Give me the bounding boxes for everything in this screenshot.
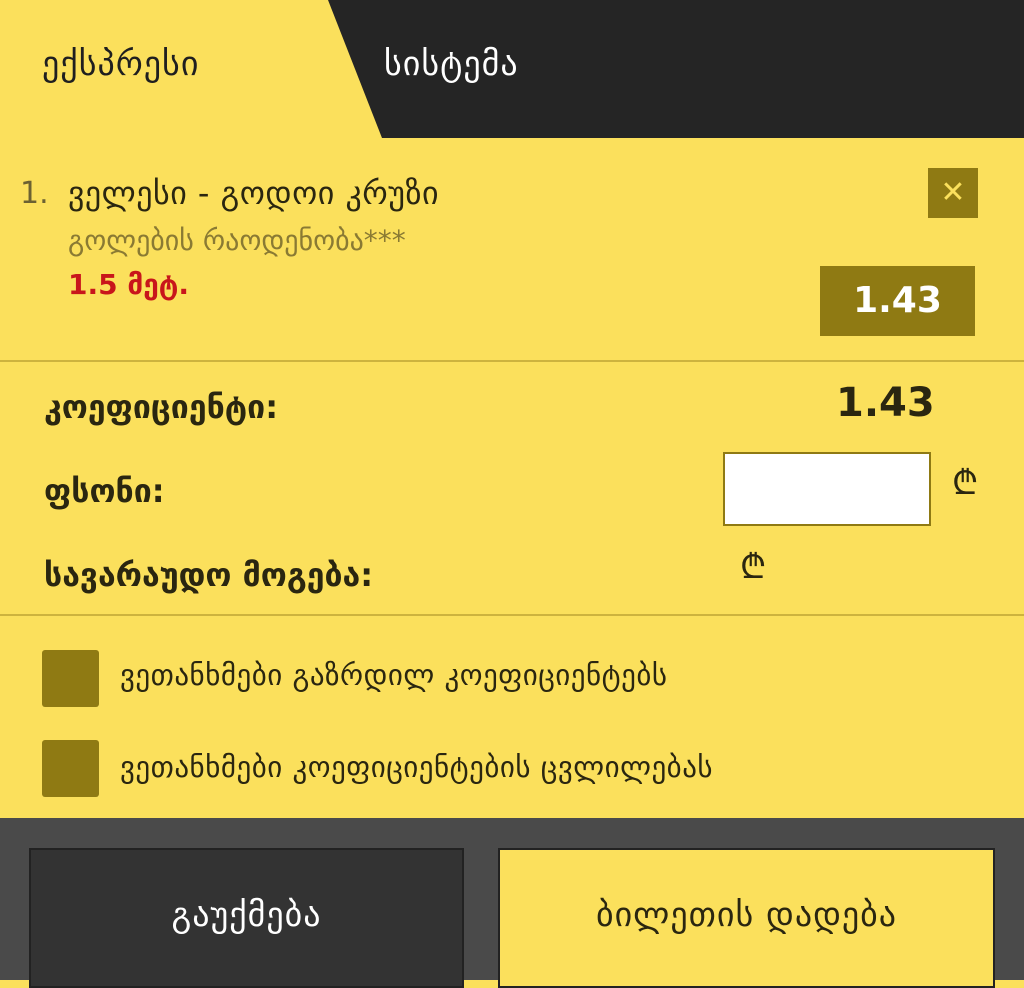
accept-increased-odds-checkbox[interactable]: [42, 650, 99, 707]
accept-increased-odds-label[interactable]: ვეთანხმები გაზრდილ კოეფიციენტებს: [120, 658, 668, 692]
total-odds-value: 1.43: [836, 380, 935, 426]
cancel-button[interactable]: გაუქმება: [29, 848, 464, 988]
total-odds-label: კოეფიციენტი:: [44, 388, 278, 426]
bet-odds: 1.43: [820, 266, 975, 336]
lari-currency-icon: ₾: [740, 547, 767, 587]
close-icon: ✕: [940, 175, 966, 210]
bet-match-name: ველესი - გოდოი კრუზი: [68, 174, 440, 212]
remove-bet-button[interactable]: ✕: [928, 168, 978, 218]
action-bar: გაუქმება ბილეთის დადება: [0, 818, 1024, 988]
divider: [0, 360, 1024, 362]
bet-index: 1.: [20, 176, 49, 211]
place-bet-button[interactable]: ბილეთის დადება: [498, 848, 995, 988]
tab-express-label[interactable]: ექსპრესი: [42, 44, 199, 84]
possible-win-label: სავარაუდო მოგება:: [44, 556, 374, 594]
divider: [0, 614, 1024, 616]
stake-label: ფსონი:: [44, 472, 165, 510]
accept-odds-change-label[interactable]: ვეთანხმები კოეფიციენტების ცვლილებას: [120, 750, 713, 784]
bet-market-name: გოლების რაოდენობა***: [68, 224, 406, 257]
lari-currency-icon: ₾: [952, 463, 979, 503]
tab-system-label[interactable]: სისტემა: [384, 44, 519, 84]
accept-odds-change-checkbox[interactable]: [42, 740, 99, 797]
bet-selection: 1.5 მეტ.: [68, 268, 190, 301]
bet-type-tabs: ექსპრესი სისტემა: [0, 0, 1024, 138]
stake-input[interactable]: [723, 452, 931, 526]
bet-slip-item: 1. ველესი - გოდოი კრუზი გოლების რაოდენობ…: [0, 138, 1024, 360]
